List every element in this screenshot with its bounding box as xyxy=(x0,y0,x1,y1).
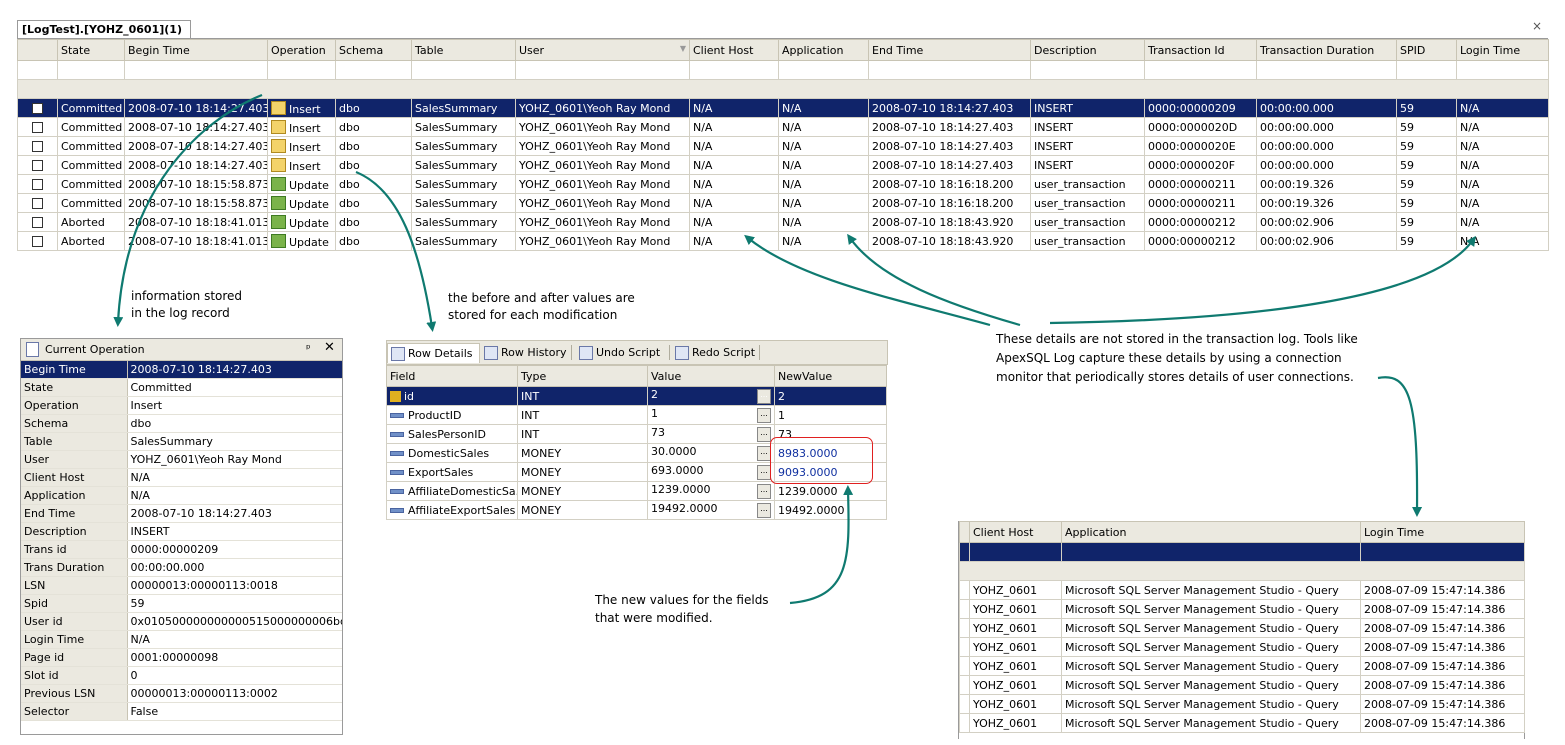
arrow-to-connections xyxy=(1377,376,1423,517)
arrow-to-login-time xyxy=(1049,235,1476,325)
arrow-to-application xyxy=(847,233,1021,327)
annotation-arrows xyxy=(113,93,1476,605)
arrow-to-client-host xyxy=(744,234,991,327)
arrow-to-new-values xyxy=(789,485,854,605)
arrow-to-row-details xyxy=(355,170,437,332)
arrow-to-log-record xyxy=(113,93,263,327)
